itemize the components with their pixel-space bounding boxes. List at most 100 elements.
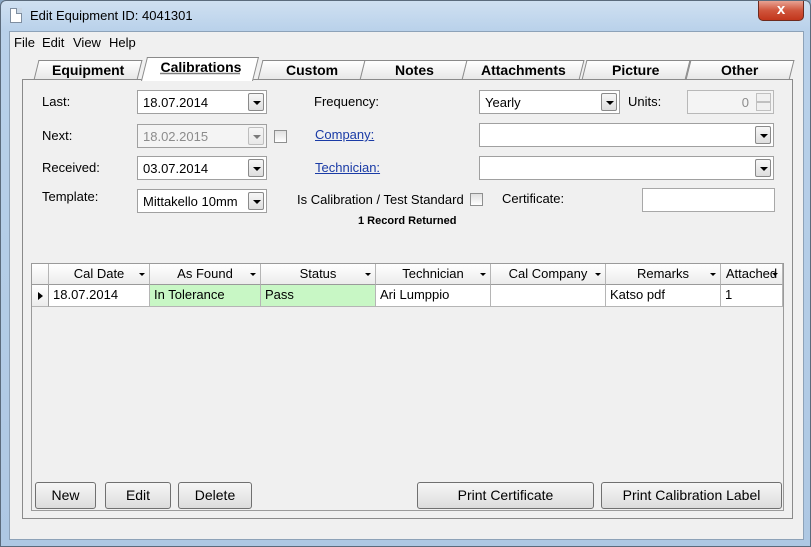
column-header-label: Cal Date: [73, 266, 125, 281]
tab-notes-label: Notes: [394, 62, 434, 78]
received-label: Received:: [42, 160, 100, 175]
tab-equipment[interactable]: Equipment: [33, 60, 143, 80]
column-header-as-found[interactable]: As Found: [150, 264, 261, 285]
last-date-picker[interactable]: 18.07.2014: [137, 90, 267, 114]
technician-link[interactable]: Technician:: [315, 160, 380, 175]
table-cell-attached[interactable]: 1: [721, 285, 783, 307]
template-label: Template:: [42, 189, 99, 204]
record-count: 1 Record Returned: [358, 215, 457, 227]
new-button[interactable]: New: [35, 482, 96, 509]
tab-strip: Equipment Calibrations Custom Notes Atta…: [20, 56, 795, 81]
sort-arrow-icon: [250, 273, 256, 276]
received-date-picker[interactable]: 03.07.2014: [137, 156, 267, 180]
print-certificate-button[interactable]: Print Certificate: [417, 482, 594, 509]
edit-equipment-window: Edit Equipment ID: 4041301 x File Edit V…: [0, 0, 811, 547]
sort-arrow-icon: [595, 273, 601, 276]
tab-custom[interactable]: Custom: [257, 60, 367, 80]
delete-button[interactable]: Delete: [178, 482, 252, 509]
sort-arrow-icon: [139, 273, 145, 276]
chevron-down-icon[interactable]: [248, 159, 264, 177]
units-stepper: 0: [687, 90, 774, 114]
chevron-down-icon[interactable]: [755, 126, 771, 144]
column-header-label: Attached: [725, 266, 778, 281]
print-calibration-label-button[interactable]: Print Calibration Label: [601, 482, 782, 509]
close-button[interactable]: x: [758, 1, 804, 21]
chevron-down-icon[interactable]: [248, 93, 264, 111]
grid-corner-header: [32, 264, 49, 285]
next-date-checkbox[interactable]: [274, 130, 287, 143]
sort-arrow-icon: [365, 273, 371, 276]
menu-view[interactable]: View: [73, 35, 101, 50]
tab-calibrations[interactable]: Calibrations: [141, 57, 259, 81]
frequency-label: Frequency:: [314, 94, 380, 109]
technician-select[interactable]: [479, 156, 774, 180]
tab-picture[interactable]: Picture: [581, 60, 691, 80]
table-cell-cal-company[interactable]: [491, 285, 606, 307]
certificate-input[interactable]: [642, 188, 775, 212]
menu-help[interactable]: Help: [109, 35, 136, 50]
next-date-value: 18.02.2015: [143, 129, 209, 144]
standard-label: Is Calibration / Test Standard: [297, 192, 464, 207]
menu-edit[interactable]: Edit: [42, 35, 64, 50]
units-label: Units:: [628, 94, 662, 109]
stepper-up-icon: [756, 93, 771, 102]
stepper-down-icon: [756, 102, 771, 111]
column-header-remarks[interactable]: Remarks: [606, 264, 721, 285]
column-header-label: Cal Company: [508, 266, 588, 281]
sort-arrow-icon: [772, 273, 778, 276]
menu-file[interactable]: File: [14, 35, 35, 50]
template-value: Mittakello 10mm: [143, 194, 238, 209]
column-header-label: As Found: [177, 266, 233, 281]
company-select[interactable]: [479, 123, 774, 147]
frequency-value: Yearly: [485, 95, 521, 110]
table-cell-status[interactable]: Pass: [261, 285, 376, 307]
column-header-label: Technician: [402, 266, 464, 281]
edit-button[interactable]: Edit: [105, 482, 171, 509]
frequency-select[interactable]: Yearly: [479, 90, 620, 114]
company-link[interactable]: Company:: [315, 127, 374, 142]
column-header-technician[interactable]: Technician: [376, 264, 491, 285]
next-date-picker: 18.02.2015: [137, 124, 267, 148]
standard-checkbox[interactable]: [470, 193, 483, 206]
table-cell-technician[interactable]: Ari Lumppio: [376, 285, 491, 307]
last-date-value: 18.07.2014: [143, 95, 209, 110]
client-area: File Edit View Help Equipment Calibratio…: [9, 31, 804, 540]
column-header-attached[interactable]: Attached: [721, 264, 783, 285]
tab-other[interactable]: Other: [685, 60, 795, 80]
tab-picture-label: Picture: [612, 62, 660, 78]
window-title: Edit Equipment ID: 4041301: [30, 8, 193, 23]
calibration-grid: Cal Date As Found Status Technician Cal …: [31, 263, 784, 511]
column-header-cal-date[interactable]: Cal Date: [49, 264, 150, 285]
row-selector-icon[interactable]: [32, 285, 49, 307]
column-header-label: Remarks: [636, 266, 689, 281]
next-label: Next:: [42, 128, 73, 143]
tab-custom-label: Custom: [285, 62, 339, 78]
column-header-status[interactable]: Status: [261, 264, 376, 285]
tab-equipment-label: Equipment: [51, 62, 125, 78]
tab-other-label: Other: [721, 62, 759, 78]
document-icon: [10, 8, 22, 23]
calibrations-panel: Last: 18.07.2014 Next: 18.02.2015 Receiv…: [22, 79, 793, 519]
column-header-label: Status: [299, 266, 337, 281]
tab-attachments-label: Attachments: [480, 62, 566, 78]
sort-arrow-icon: [710, 273, 716, 276]
tab-attachments[interactable]: Attachments: [461, 60, 585, 80]
last-label: Last:: [42, 94, 71, 109]
column-header-cal-company[interactable]: Cal Company: [491, 264, 606, 285]
tab-calibrations-label: Calibrations: [160, 59, 241, 75]
sort-arrow-icon: [480, 273, 486, 276]
units-value: 0: [741, 95, 749, 110]
table-cell-as-found[interactable]: In Tolerance: [150, 285, 261, 307]
received-date-value: 03.07.2014: [143, 161, 209, 176]
template-select[interactable]: Mittakello 10mm: [137, 189, 267, 213]
table-cell-remarks[interactable]: Katso pdf: [606, 285, 721, 307]
menu-bar: File Edit View Help: [10, 32, 803, 53]
chevron-down-icon[interactable]: [248, 192, 264, 210]
certificate-label: Certificate:: [502, 191, 565, 206]
tab-notes[interactable]: Notes: [359, 60, 469, 80]
chevron-down-icon[interactable]: [601, 93, 617, 111]
chevron-down-icon: [248, 127, 264, 145]
title-bar[interactable]: Edit Equipment ID: 4041301 x: [1, 1, 810, 31]
table-cell-cal-date[interactable]: 18.07.2014: [49, 285, 150, 307]
chevron-down-icon[interactable]: [755, 159, 771, 177]
